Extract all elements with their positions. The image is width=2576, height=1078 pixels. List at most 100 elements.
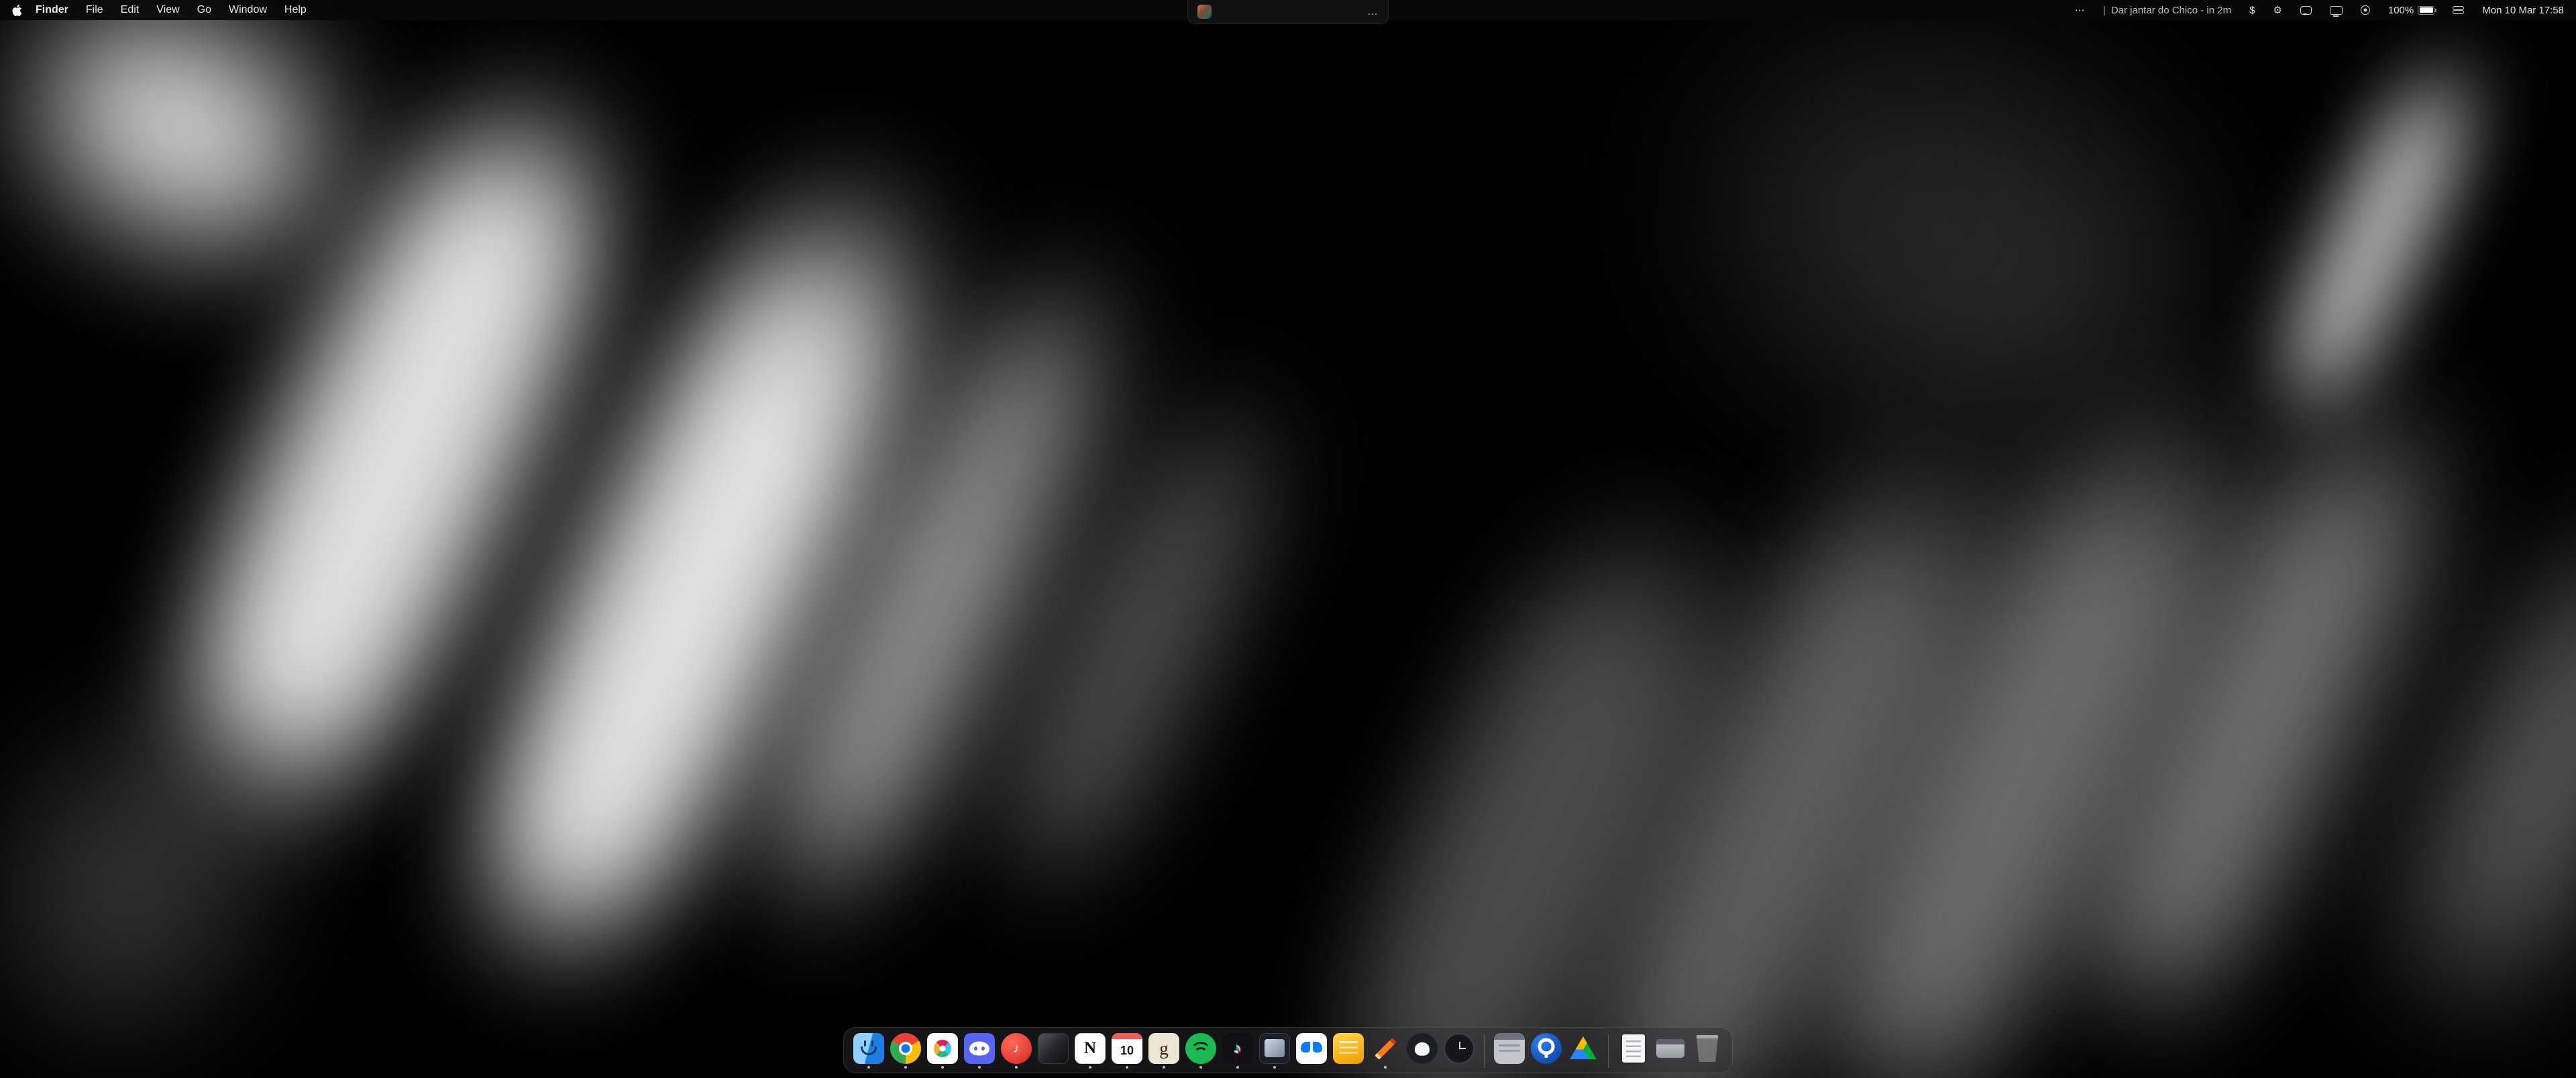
dock-google-drive[interactable] bbox=[1566, 1033, 1600, 1069]
dock-spotify[interactable] bbox=[1184, 1033, 1218, 1069]
menu-bar-clock[interactable]: Mon 10 Mar 17:58 bbox=[2482, 5, 2564, 16]
google-drive-icon bbox=[1568, 1033, 1599, 1064]
watch-clock-icon bbox=[1444, 1033, 1474, 1064]
dock-document-file[interactable] bbox=[1617, 1033, 1650, 1069]
desktop-wallpaper bbox=[0, 0, 2576, 1078]
document-icon bbox=[1618, 1033, 1649, 1064]
stocks-icon[interactable]: $ bbox=[2249, 5, 2255, 16]
running-indicator bbox=[978, 1066, 981, 1069]
dock-watch-clock-app[interactable] bbox=[1442, 1033, 1476, 1069]
dock-finder[interactable] bbox=[852, 1033, 885, 1069]
dock-dark-utility-app[interactable] bbox=[1036, 1033, 1070, 1069]
dock-separator bbox=[1484, 1034, 1485, 1068]
dock-yellow-notes-app[interactable] bbox=[1332, 1033, 1365, 1069]
running-indicator bbox=[1236, 1066, 1239, 1069]
menu-edit[interactable]: Edit bbox=[112, 0, 148, 20]
battery-status-item[interactable]: 100% bbox=[2388, 5, 2434, 16]
finder-icon bbox=[853, 1033, 884, 1064]
reminder-status-item[interactable]: | Dar jantar do Chico - in 2m bbox=[2103, 5, 2231, 16]
menu-bar-status: ⋯ |Dar jantar do Chico - in 2m $ ⚙ 100% … bbox=[2057, 4, 2564, 16]
dock-github[interactable] bbox=[1405, 1033, 1439, 1069]
dock-terminal-tv-app[interactable] bbox=[1258, 1033, 1291, 1069]
running-indicator bbox=[941, 1066, 944, 1069]
control-center-glyph bbox=[2453, 6, 2464, 14]
widget-more-icon[interactable]: … bbox=[1367, 6, 1379, 18]
dock-pencil-editor-app[interactable] bbox=[1368, 1033, 1402, 1069]
menu-go[interactable]: Go bbox=[189, 0, 220, 20]
wallpaper-vignette bbox=[0, 0, 2576, 1078]
running-indicator bbox=[867, 1066, 870, 1069]
window-manager-icon bbox=[1494, 1033, 1525, 1064]
running-indicator bbox=[1163, 1066, 1165, 1069]
menu-file[interactable]: File bbox=[77, 0, 112, 20]
now-playing-widget[interactable]: … bbox=[1187, 0, 1389, 24]
menu-window[interactable]: Window bbox=[220, 0, 276, 20]
discord-icon bbox=[964, 1033, 995, 1064]
notion-letter-glyph: N bbox=[1075, 1034, 1105, 1063]
battery-percent: 100% bbox=[2388, 5, 2414, 16]
screen-record-icon[interactable] bbox=[2361, 5, 2370, 15]
chat-bubble-glyph bbox=[2300, 6, 2312, 15]
menu-view[interactable]: View bbox=[148, 0, 188, 20]
running-indicator bbox=[904, 1066, 907, 1069]
overflow-ellipsis-icon[interactable]: ⋯ bbox=[2075, 4, 2085, 16]
display-glyph bbox=[2330, 6, 2343, 15]
running-indicator bbox=[1015, 1066, 1018, 1069]
goodreads-letter-glyph: g bbox=[1148, 1033, 1179, 1064]
calendar-icon: 10 bbox=[1112, 1033, 1142, 1064]
running-indicator bbox=[1089, 1066, 1091, 1069]
menu-finder[interactable]: Finder bbox=[27, 0, 77, 20]
chrome-icon bbox=[890, 1033, 921, 1064]
notion-icon: N bbox=[1075, 1033, 1106, 1064]
dock-minimized-window[interactable] bbox=[1654, 1033, 1687, 1069]
running-indicator bbox=[1273, 1066, 1276, 1069]
reminder-text: Dar jantar do Chico - in 2m bbox=[2111, 5, 2231, 16]
goodreads-icon: g bbox=[1148, 1033, 1179, 1064]
minimized-window-icon bbox=[1655, 1033, 1686, 1064]
control-center-icon[interactable] bbox=[2453, 6, 2464, 14]
running-indicator bbox=[1199, 1066, 1202, 1069]
dock-separator bbox=[1608, 1034, 1609, 1068]
music-note-icon: ♪ bbox=[1001, 1033, 1032, 1064]
dock-notion[interactable]: N bbox=[1073, 1033, 1107, 1069]
dock-window-manager-app[interactable] bbox=[1493, 1033, 1526, 1069]
terminal-tv-icon bbox=[1259, 1033, 1290, 1064]
dock-calendar[interactable]: 10 bbox=[1110, 1033, 1144, 1069]
pencil-icon bbox=[1370, 1033, 1401, 1064]
dock-chrome[interactable] bbox=[889, 1033, 922, 1069]
tiktok-icon: ♪ bbox=[1222, 1033, 1253, 1064]
running-indicator bbox=[1384, 1066, 1387, 1069]
dock-goodreads[interactable]: g bbox=[1147, 1033, 1181, 1069]
menu-help[interactable]: Help bbox=[276, 0, 315, 20]
running-indicator bbox=[1126, 1066, 1128, 1069]
github-icon bbox=[1407, 1033, 1438, 1064]
battery-icon bbox=[2418, 6, 2434, 15]
gear-icon[interactable]: ⚙ bbox=[2273, 4, 2282, 16]
apple-logo[interactable] bbox=[12, 4, 23, 16]
calendar-date-glyph: 10 bbox=[1112, 1033, 1142, 1064]
dock-bluesky[interactable] bbox=[1295, 1033, 1328, 1069]
menu-bar: Finder File Edit View Go Window Help … ⋯… bbox=[0, 0, 2576, 20]
dock-music-red-app[interactable]: ♪ bbox=[1000, 1033, 1033, 1069]
dock: ♪ N 10 g ♪ bbox=[843, 1027, 1733, 1073]
yellow-notes-icon bbox=[1333, 1033, 1364, 1064]
music-note-glyph: ♪ bbox=[1001, 1033, 1032, 1064]
slack-icon bbox=[927, 1033, 958, 1064]
dock-tiktok[interactable]: ♪ bbox=[1221, 1033, 1254, 1069]
dock-1password[interactable] bbox=[1529, 1033, 1563, 1069]
trash-icon bbox=[1692, 1033, 1723, 1064]
menu-bar-left: Finder File Edit View Go Window Help bbox=[12, 0, 315, 20]
dark-utility-icon bbox=[1038, 1033, 1069, 1064]
dock-slack[interactable] bbox=[926, 1033, 959, 1069]
display-icon[interactable] bbox=[2330, 6, 2343, 15]
spotify-icon bbox=[1185, 1033, 1216, 1064]
album-art-thumbnail bbox=[1197, 5, 1212, 19]
dock-discord[interactable] bbox=[963, 1033, 996, 1069]
reminder-pipe-icon: | bbox=[2103, 5, 2106, 16]
1password-icon bbox=[1531, 1033, 1562, 1064]
chat-bubble-icon[interactable] bbox=[2300, 6, 2312, 15]
bluesky-butterfly-icon bbox=[1296, 1033, 1327, 1064]
screen-record-glyph bbox=[2361, 5, 2370, 15]
dock-trash[interactable] bbox=[1690, 1033, 1724, 1069]
tiktok-note-glyph: ♪ bbox=[1222, 1033, 1253, 1064]
